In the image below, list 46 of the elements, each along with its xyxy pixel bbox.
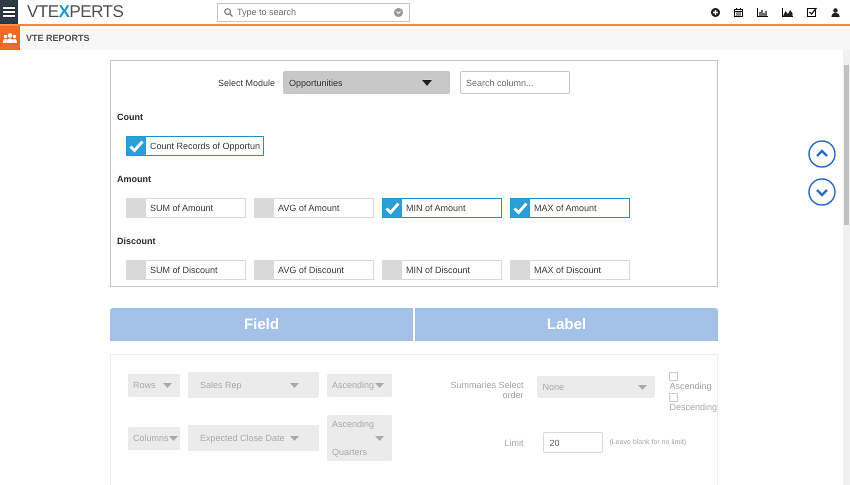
aggregate-checkbox[interactable]: AVG of Amount <box>254 198 374 218</box>
add-icon[interactable] <box>711 8 720 16</box>
aggregate-checkbox[interactable]: SUM of Discount <box>126 260 246 280</box>
dropdown-icon[interactable] <box>394 8 403 16</box>
column-search-field[interactable]: Search column... <box>460 71 570 94</box>
bar-chart-icon[interactable] <box>757 8 768 16</box>
caret-icon <box>290 382 299 388</box>
user-icon[interactable] <box>831 8 840 16</box>
group-title: Discount <box>117 236 157 246</box>
aggregate-checkbox[interactable]: MAX of Discount <box>510 260 630 280</box>
scrollbar[interactable] <box>843 50 850 485</box>
search-box[interactable]: Type to search <box>217 2 410 22</box>
caret-icon <box>163 382 172 388</box>
module-dropdown[interactable]: Opportunities <box>283 71 450 94</box>
check-icon <box>129 140 144 152</box>
menu-button[interactable] <box>0 0 18 24</box>
search-icon <box>224 8 233 16</box>
module-label: Select Module <box>218 78 276 88</box>
aggregate-checkbox[interactable]: MIN of Discount <box>382 260 502 280</box>
aggregate-checkbox[interactable]: AVG of Discount <box>254 260 374 280</box>
logo: VTEXPERTS <box>27 2 124 22</box>
caret-icon <box>375 382 384 388</box>
check-icon <box>513 202 528 214</box>
column-header: Field <box>110 308 413 341</box>
aggregate-checkbox[interactable]: Count Records of Opportun <box>126 136 264 156</box>
caret-icon <box>422 80 432 86</box>
area-chart-icon[interactable] <box>782 8 793 16</box>
group-title: Count <box>117 112 144 122</box>
caret-icon <box>168 436 178 440</box>
check-icon <box>385 202 400 214</box>
scroll-down-button[interactable] <box>808 178 836 206</box>
column-header: Label <box>413 308 718 341</box>
caret-icon <box>375 436 384 440</box>
group-title: Amount <box>117 174 152 184</box>
scroll-up-button[interactable] <box>808 140 836 168</box>
caret-icon <box>290 436 299 440</box>
caret-icon <box>638 384 648 390</box>
aggregate-checkbox[interactable]: MAX of Amount <box>510 198 630 218</box>
checklist-icon[interactable] <box>807 7 817 17</box>
limit-label: Limit <box>503 438 524 448</box>
menu-icon <box>3 7 15 17</box>
page-title: VTE REPORTS <box>26 33 90 43</box>
summaries-label: Summaries Select order <box>449 380 524 400</box>
aggregate-checkbox[interactable]: MIN of Amount <box>382 198 502 218</box>
calendar-icon[interactable] <box>734 8 743 16</box>
aggregate-checkbox[interactable]: SUM of Amount <box>126 198 246 218</box>
